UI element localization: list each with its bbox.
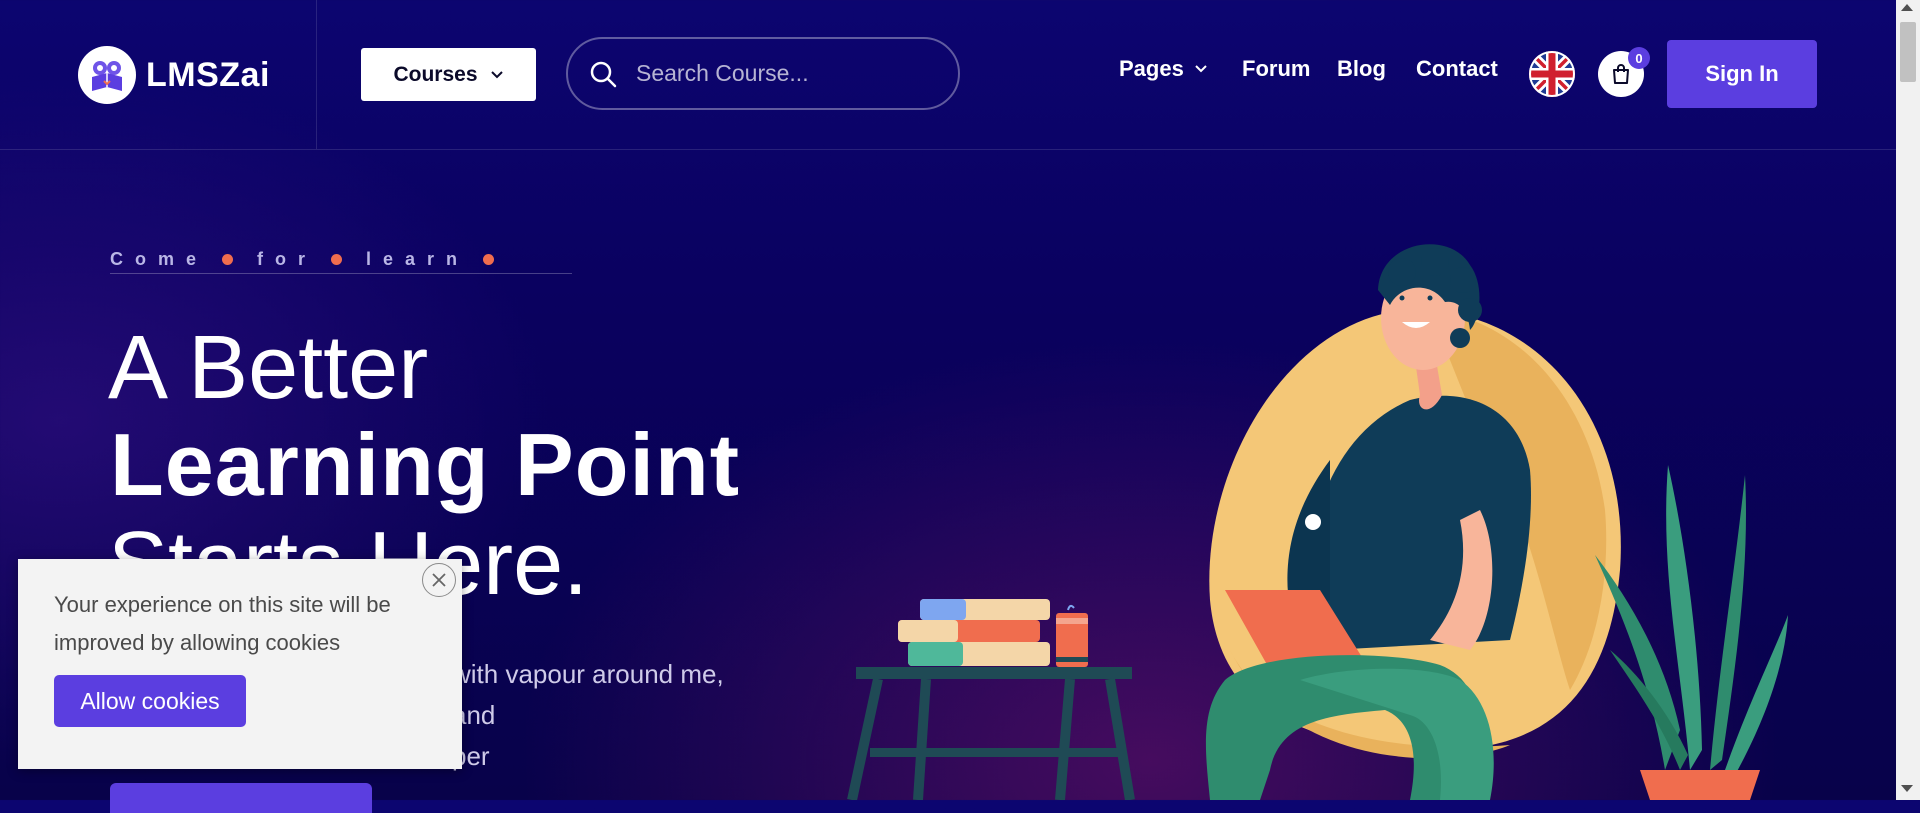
shopping-bag-icon bbox=[1613, 64, 1629, 84]
hero-eyebrow: Come for learn bbox=[110, 245, 572, 274]
eyebrow-word: learn bbox=[366, 248, 470, 269]
hero-headline-line2: Learning Point bbox=[110, 415, 740, 514]
search-input[interactable] bbox=[634, 59, 938, 88]
eyebrow-word: Come bbox=[110, 248, 209, 269]
dot-icon bbox=[483, 253, 495, 265]
dot-icon bbox=[331, 253, 343, 265]
potted-plant-icon bbox=[1595, 465, 1788, 800]
dot-icon bbox=[222, 253, 234, 265]
nav-item-blog[interactable]: Blog bbox=[1337, 56, 1386, 82]
nav-item-label: Blog bbox=[1337, 56, 1386, 81]
page-scrollbar[interactable] bbox=[1896, 0, 1920, 800]
search-icon[interactable] bbox=[588, 59, 618, 89]
cart-count-badge: 0 bbox=[1628, 47, 1650, 69]
cookie-message: Your experience on this site will be imp… bbox=[54, 592, 391, 655]
books-stack-icon bbox=[898, 599, 1050, 666]
nav-item-forum[interactable]: Forum bbox=[1242, 56, 1310, 82]
eyebrow-word: for bbox=[257, 248, 318, 269]
chevron-down-icon bbox=[490, 70, 503, 78]
hero-cta-button[interactable] bbox=[110, 783, 372, 813]
site-header: LMSZai Courses Pages Forum Blog Contact bbox=[0, 0, 1896, 150]
courses-dropdown-button[interactable]: Courses bbox=[361, 48, 536, 101]
header-divider bbox=[316, 0, 317, 149]
nav-item-pages[interactable]: Pages bbox=[1119, 56, 1208, 82]
allow-cookies-button[interactable]: Allow cookies bbox=[54, 675, 246, 727]
chevron-down-icon bbox=[1195, 65, 1207, 73]
courses-label: Courses bbox=[393, 62, 478, 86]
sign-in-button[interactable]: Sign In bbox=[1667, 40, 1817, 108]
scroll-up-arrow-icon[interactable] bbox=[1901, 4, 1913, 11]
brand-logo-link[interactable]: LMSZai bbox=[78, 46, 270, 104]
nav-item-label: Pages bbox=[1119, 56, 1184, 81]
nav-item-label: Forum bbox=[1242, 56, 1311, 81]
cookie-banner: Your experience on this site will be imp… bbox=[18, 559, 462, 769]
search-bar bbox=[566, 37, 960, 110]
side-table-icon bbox=[847, 667, 1135, 802]
scrollbar-thumb[interactable] bbox=[1900, 22, 1916, 82]
hero-illustration bbox=[830, 210, 1810, 802]
brand-name: LMSZai bbox=[146, 55, 270, 94]
cup-icon bbox=[1056, 604, 1088, 667]
nav-item-label: Contact bbox=[1416, 56, 1498, 81]
hero-headline-line1: A Better bbox=[108, 318, 429, 418]
uk-flag-icon[interactable] bbox=[1529, 51, 1575, 97]
owl-logo-icon bbox=[78, 46, 136, 104]
nav-item-contact[interactable]: Contact bbox=[1416, 56, 1498, 82]
scroll-down-arrow-icon[interactable] bbox=[1901, 785, 1913, 792]
